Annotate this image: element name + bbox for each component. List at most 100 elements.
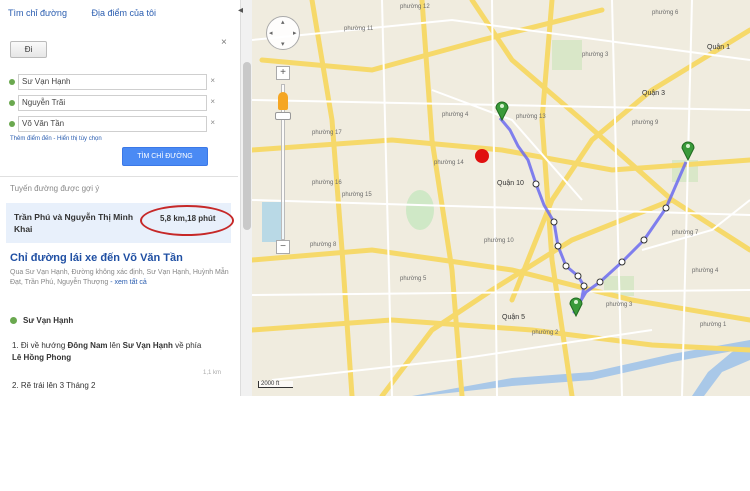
- stop-input-b[interactable]: Nguyễn Trãi: [18, 95, 207, 111]
- district-label: Quận 10: [497, 180, 524, 187]
- ward-label: phường 16: [312, 180, 342, 186]
- stop-marker-icon: [9, 100, 15, 106]
- step-text: về phía: [172, 341, 202, 350]
- route-vertex: [596, 278, 604, 286]
- route-vertex: [618, 258, 626, 266]
- step-text: 1. Đi về hướng: [12, 341, 68, 350]
- stop-b: Nguyễn Trãi ×: [9, 95, 215, 111]
- ward-label: phường 15: [342, 192, 372, 198]
- zoom-slider-thumb[interactable]: [275, 112, 291, 120]
- options-link[interactable]: Thêm điểm đến - Hiển thị tùy chọn: [10, 136, 102, 142]
- step-text: lên: [107, 341, 123, 350]
- remove-stop-icon[interactable]: ×: [210, 76, 215, 85]
- stop-c: Võ Văn Tần ×: [9, 116, 215, 132]
- ward-label: phường 9: [632, 120, 659, 126]
- waypoint-pin-dot: [574, 300, 578, 304]
- panel-scrollbar[interactable]: [240, 0, 252, 396]
- park-area: [552, 40, 582, 70]
- ward-label: phường 1: [700, 322, 727, 328]
- ward-label: phường 3: [606, 302, 633, 308]
- pan-down-icon[interactable]: ▾: [281, 40, 285, 48]
- minor-roads: [252, 0, 750, 396]
- route-vertex: [562, 262, 570, 270]
- route-vertex: [580, 282, 588, 290]
- see-all-link[interactable]: - xem tất cả: [110, 279, 147, 286]
- route-vertex: [662, 204, 670, 212]
- road: [252, 317, 750, 353]
- via-text: Qua Sư Vạn Hạnh, Đường không xác định, S…: [10, 268, 230, 288]
- waypoint-pin-dot: [500, 104, 504, 108]
- ward-label: phường 8: [310, 242, 337, 248]
- step-street: Sư Vạn Hạnh: [122, 341, 173, 350]
- route-line: [498, 117, 688, 314]
- remove-stop-icon[interactable]: ×: [210, 97, 215, 106]
- map-canvas[interactable]: Quận 3 Quận 10 Quận 5 Quận 1 phường 12 p…: [252, 0, 750, 396]
- start-label: Sư Vạn Hạnh: [23, 316, 74, 325]
- district-label: Quận 3: [642, 90, 665, 97]
- step-street: Lê Hồng Phong: [12, 353, 72, 362]
- highlight-oval: [140, 205, 234, 236]
- park-area: [406, 190, 434, 230]
- route-vertex: [550, 218, 558, 226]
- ward-label: phường 13: [516, 114, 546, 120]
- road: [491, 0, 498, 396]
- district-label: Quận 5: [502, 314, 525, 321]
- ward-label: phường 3: [582, 52, 609, 58]
- zoom-out-button[interactable]: −: [276, 240, 290, 254]
- tab-directions[interactable]: Tìm chỉ đường: [8, 8, 67, 18]
- zoom-in-button[interactable]: +: [276, 66, 290, 80]
- travel-mode-button[interactable]: Đi: [10, 41, 47, 58]
- stop-a: Sư Vạn Hạnh ×: [9, 74, 215, 90]
- route-name: Trần Phú và Nguyễn Thị Minh Khai: [14, 212, 134, 234]
- pan-up-icon[interactable]: ▴: [281, 18, 285, 26]
- ward-label: phường 12: [400, 4, 430, 10]
- pan-control[interactable]: ▴ ▾ ◂ ▸: [266, 16, 300, 50]
- stop-marker-icon: [9, 121, 15, 127]
- remove-stop-icon[interactable]: ×: [210, 118, 215, 127]
- direction-step-2[interactable]: 2. Rẽ trái lên 3 Tháng 2: [12, 381, 95, 390]
- close-icon[interactable]: ×: [221, 37, 227, 48]
- pan-left-icon[interactable]: ◂: [269, 29, 273, 37]
- ward-label: phường 10: [484, 238, 514, 244]
- directions-title: Chỉ đường lái xe đến Võ Văn Tần: [10, 252, 183, 264]
- start-marker-icon: [10, 317, 17, 324]
- road: [309, 0, 355, 396]
- collapse-panel-icon[interactable]: ◂: [238, 5, 243, 16]
- direction-step-1[interactable]: 1. Đi về hướng Đông Nam lên Sư Vạn Hạnh …: [12, 340, 212, 364]
- stop-marker-icon: [9, 79, 15, 85]
- ward-label: phường 17: [312, 130, 342, 136]
- suggested-routes-heading: Tuyến đường được gợi ý: [10, 184, 100, 193]
- route-path: [498, 117, 688, 314]
- route-vertex: [574, 272, 582, 280]
- pegman-icon[interactable]: [278, 92, 288, 110]
- origin-marker-icon: [475, 149, 489, 163]
- route-vertex: [532, 180, 540, 188]
- start-point: Sư Vạn Hạnh: [10, 316, 73, 325]
- step-direction: Đông Nam: [67, 341, 108, 350]
- stop-input-a[interactable]: Sư Vạn Hạnh: [18, 74, 207, 90]
- find-directions-button[interactable]: TÌM CHỈ ĐƯỜNG: [122, 147, 208, 166]
- tab-my-places[interactable]: Địa điểm của tôi: [91, 8, 156, 18]
- directions-panel: Tìm chỉ đường Địa điểm của tôi × Đi Sư V…: [0, 0, 238, 396]
- map-scale: 2000 ft: [258, 381, 294, 388]
- pan-right-icon[interactable]: ▸: [293, 29, 297, 37]
- district-label: Quận 1: [707, 44, 730, 51]
- stop-input-c[interactable]: Võ Văn Tần: [18, 116, 207, 132]
- road: [381, 0, 393, 396]
- ward-label: phường 14: [434, 160, 464, 166]
- scrollbar-thumb[interactable]: [243, 62, 251, 230]
- ward-label: phường 4: [692, 268, 719, 274]
- screenshot: Tìm chỉ đường Địa điểm của tôi × Đi Sư V…: [0, 0, 750, 396]
- ward-label: phường 5: [400, 276, 427, 282]
- waypoint-marker-icon: [681, 141, 695, 162]
- road: [252, 289, 750, 296]
- ward-label: phường 7: [672, 230, 699, 236]
- road: [681, 0, 693, 396]
- waypoint-pin-dot: [686, 144, 690, 148]
- ward-label: phường 2: [532, 330, 559, 336]
- map-graphics: [252, 0, 750, 396]
- major-roads: [252, 0, 750, 396]
- panel-tabs: Tìm chỉ đường Địa điểm của tôi: [8, 8, 178, 18]
- route-vertex: [554, 242, 562, 250]
- waypoint-marker-icon: [569, 297, 583, 318]
